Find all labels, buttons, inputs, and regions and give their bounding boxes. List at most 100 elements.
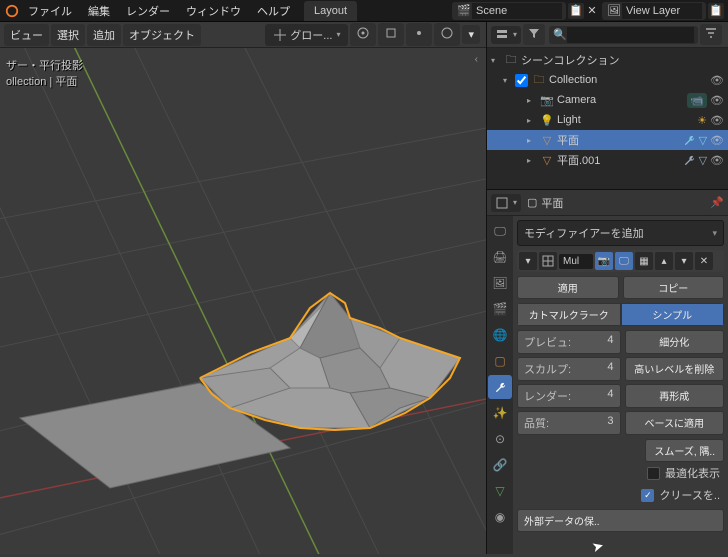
pin-icon[interactable]: 📌: [710, 196, 724, 209]
orientation-dropdown[interactable]: グロー...: [265, 24, 348, 46]
apply-base-button[interactable]: ベースに適用: [625, 411, 725, 435]
scene-selector[interactable]: 🎬: [452, 2, 566, 20]
tree-item-light[interactable]: ▸ 💡 Light ☀👁: [487, 110, 728, 130]
select-menu[interactable]: 選択: [51, 24, 85, 46]
modifier-move-down[interactable]: ▾: [675, 252, 693, 270]
menu-render[interactable]: レンダー: [118, 0, 178, 22]
mesh-icon: ▽: [539, 134, 555, 147]
scene-close-icon[interactable]: ✕: [584, 3, 600, 19]
tab-physics[interactable]: ⊙: [488, 427, 512, 451]
save-external-button[interactable]: 外部データの保..: [517, 509, 724, 532]
outliner-panel: 🔍 ▾🗀 シーンコレクション ▾ 🗀 Collection 👁 ▸ 📷 Came…: [486, 22, 728, 190]
modifier-icon[interactable]: [683, 154, 696, 167]
tab-object[interactable]: ▢: [488, 349, 512, 373]
modifier-icon-btn[interactable]: [539, 252, 557, 270]
modifier-show-viewport[interactable]: 🖵: [615, 252, 633, 270]
visibility-toggle[interactable]: 👁: [710, 114, 724, 127]
tab-world[interactable]: 🌐: [488, 323, 512, 347]
mesh-data-icon[interactable]: ▽: [699, 154, 707, 167]
menu-edit[interactable]: 編集: [80, 0, 118, 22]
quality-field[interactable]: 品質:3: [517, 411, 621, 435]
modifier-expand-toggle[interactable]: ▾: [519, 252, 537, 270]
scene-name-input[interactable]: [472, 3, 562, 19]
properties-type-dropdown[interactable]: [491, 194, 521, 212]
tab-viewlayer[interactable]: 🖼: [488, 271, 512, 295]
modifier-move-up[interactable]: ▴: [655, 252, 673, 270]
apply-button[interactable]: 適用: [517, 276, 619, 299]
chevron-left-icon[interactable]: ‹: [475, 54, 478, 65]
subdivide-button[interactable]: 細分化: [625, 330, 725, 354]
pivot-dropdown[interactable]: [350, 23, 376, 46]
outliner-search-input[interactable]: [567, 27, 694, 43]
mesh-data-icon[interactable]: ▽: [699, 134, 707, 147]
collection-icon: 🗀: [503, 51, 519, 70]
viewport-3d[interactable]: ザー・平行投影 ollection | 平面 ‹: [0, 48, 486, 554]
checkbox-icon: [647, 467, 660, 480]
tree-item-plane-active[interactable]: ▸ ▽ 平面 ▽ 👁: [487, 130, 728, 150]
viewport-header: オブジェクト ビュー 選択 追加 オブジェクト グロー... ▾: [0, 22, 486, 48]
visibility-toggle[interactable]: 👁: [710, 74, 724, 87]
render-level-field[interactable]: レンダー:4: [517, 384, 621, 408]
tab-material[interactable]: ◉: [488, 505, 512, 529]
object-menu[interactable]: オブジェクト: [123, 24, 201, 46]
viewlayer-selector[interactable]: 🖼: [602, 2, 706, 20]
type-simple[interactable]: シンプル: [621, 303, 725, 326]
visibility-toggle[interactable]: 👁: [710, 94, 724, 107]
tab-output[interactable]: 🖨: [488, 245, 512, 269]
tree-item-plane001[interactable]: ▸ ▽ 平面.001 ▽ 👁: [487, 150, 728, 170]
camera-data-icon[interactable]: 📹: [687, 93, 707, 108]
scene-browse-icon[interactable]: 📋: [568, 3, 584, 19]
preview-level-field[interactable]: プレビュ:4: [517, 330, 621, 354]
copy-button[interactable]: コピー: [623, 276, 725, 299]
modifier-show-render[interactable]: 📷: [595, 252, 613, 270]
tab-constraints[interactable]: 🔗: [488, 453, 512, 477]
use-crease-checkbox[interactable]: クリースを..: [517, 484, 724, 506]
tab-modifiers[interactable]: [488, 375, 512, 399]
outliner-type-dropdown[interactable]: [491, 26, 521, 44]
tab-particles[interactable]: ✨: [488, 401, 512, 425]
collection-checkbox[interactable]: [515, 74, 528, 87]
visibility-toggle[interactable]: 👁: [710, 134, 724, 147]
light-data-icon[interactable]: ☀: [697, 114, 707, 127]
visibility-toggle[interactable]: 👁: [710, 154, 724, 167]
snap-type-dropdown[interactable]: [406, 23, 432, 46]
add-modifier-dropdown[interactable]: モディファイアーを追加: [517, 220, 724, 246]
proportional-toggle[interactable]: [434, 23, 460, 46]
tab-mesh[interactable]: ▽: [488, 479, 512, 503]
sculpt-level-field[interactable]: スカルプ:4: [517, 357, 621, 381]
properties-panel: ▢ 平面 📌 🖵 🖨 🖼 🎬 🌐 ▢ ✨ ⊙ 🔗 ▽ ◉ モディファイアーを追加…: [486, 190, 728, 554]
delete-higher-button[interactable]: 高いレベルを削除: [625, 357, 725, 381]
outliner-filter-dropdown[interactable]: [523, 24, 545, 45]
outliner-search[interactable]: 🔍: [549, 26, 698, 44]
add-menu[interactable]: 追加: [87, 24, 121, 46]
checkbox-icon: [641, 489, 654, 502]
tree-item-camera[interactable]: ▸ 📷 Camera 📹👁: [487, 90, 728, 110]
menu-help[interactable]: ヘルプ: [249, 0, 298, 22]
optimal-display-checkbox[interactable]: 最適化表示: [517, 462, 724, 484]
viewlayer-name-input[interactable]: [622, 3, 702, 19]
outliner-filter-icon[interactable]: [700, 24, 722, 45]
tab-scene[interactable]: 🎬: [488, 297, 512, 321]
modifier-delete[interactable]: ✕: [695, 252, 713, 270]
mesh-plane-terrain: [200, 293, 460, 430]
menu-window[interactable]: ウィンドウ: [178, 0, 249, 22]
uv-smooth-dropdown[interactable]: スムーズ, 隅..: [645, 439, 724, 462]
tree-scene-collection[interactable]: ▾🗀 シーンコレクション: [487, 50, 728, 70]
menu-file[interactable]: ファイル: [20, 0, 80, 22]
modifier-icon[interactable]: [683, 134, 696, 147]
mesh-icon: ▽: [539, 154, 555, 167]
type-catmull-clark[interactable]: カトマルクラーク: [517, 303, 621, 326]
mesh-context-icon: ▢: [527, 196, 537, 209]
modifier-name-input[interactable]: Mul: [559, 254, 593, 269]
properties-tabs: 🖵 🖨 🖼 🎬 🌐 ▢ ✨ ⊙ 🔗 ▽ ◉: [487, 216, 513, 554]
reshape-button[interactable]: 再形成: [625, 384, 725, 408]
tab-render[interactable]: 🖵: [488, 219, 512, 243]
modifier-show-editmode[interactable]: ▦: [635, 252, 653, 270]
proportional-type-dropdown[interactable]: ▾: [462, 25, 480, 44]
viewlayer-browse-icon[interactable]: 📋: [708, 3, 724, 19]
snap-toggle[interactable]: [378, 23, 404, 46]
tree-collection[interactable]: ▾ 🗀 Collection 👁: [487, 70, 728, 90]
workspace-tab-layout[interactable]: Layout: [304, 1, 357, 21]
viewport-info-text: ザー・平行投影 ollection | 平面: [6, 58, 83, 90]
view-menu[interactable]: ビュー: [4, 24, 49, 46]
